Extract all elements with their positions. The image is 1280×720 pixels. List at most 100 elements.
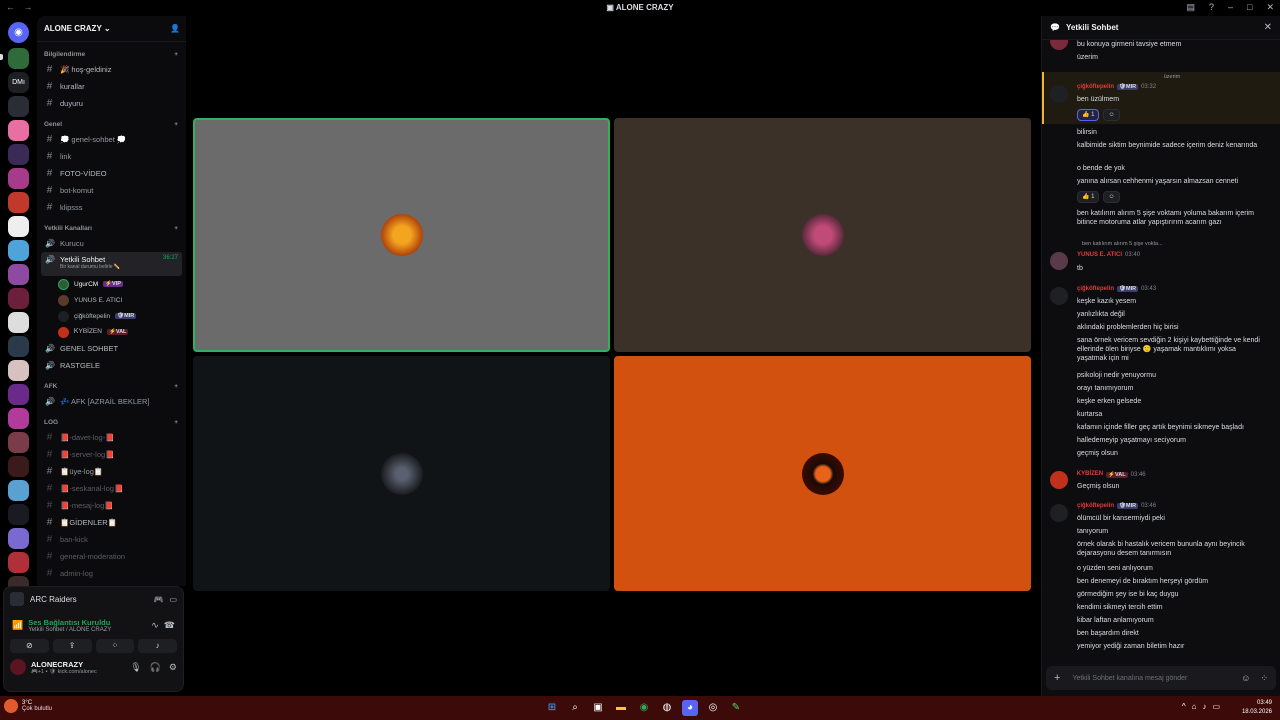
apps-icon[interactable]: ⁘	[1260, 673, 1268, 684]
voice-afk[interactable]: 🔊 💤 AFK [AZRAİL BEKLER]	[41, 393, 182, 410]
server-icon-11[interactable]	[8, 312, 29, 333]
server-icon-7[interactable]	[8, 216, 29, 237]
plus-icon[interactable]: +	[174, 121, 178, 128]
close-icon[interactable]: ✕	[1266, 2, 1274, 13]
server-icon-19[interactable]	[8, 504, 29, 525]
video-tile[interactable]	[193, 356, 610, 591]
obs-icon[interactable]: ◎	[705, 700, 721, 716]
minimize-icon[interactable]: –	[1228, 2, 1233, 13]
channel-mesaj-log[interactable]: # 📕-mesaj-log📕	[41, 497, 182, 514]
attach-plus-icon[interactable]: +	[1054, 672, 1060, 684]
volume-icon[interactable]: ♪	[1202, 702, 1206, 711]
chrome-icon[interactable]: ◉	[636, 700, 652, 716]
noise-suppression-icon[interactable]: ∿	[151, 620, 159, 631]
current-user[interactable]: ALONECRAZY 🎮+1 • 🛡 kick.com/alonec 🎙 🎧 ⚙	[4, 653, 183, 675]
video-tile[interactable]	[614, 356, 1031, 591]
reply-preview[interactable]: ben katılırım alırım 5 şişe vokta...	[1082, 241, 1163, 247]
server-icon-20[interactable]	[8, 528, 29, 549]
plus-icon[interactable]: +	[174, 419, 178, 426]
category-afk[interactable]: AFK +	[37, 380, 186, 393]
server-icon-8[interactable]	[8, 240, 29, 261]
channel-ban-kick[interactable]: # ban-kick	[41, 531, 182, 548]
channel-foto-video[interactable]: # FOTO-VİDEO	[41, 165, 182, 182]
plus-icon[interactable]: +	[174, 51, 178, 58]
voice-yetkili-sohbet[interactable]: 🔊 Yetkili Sohbet 36:27 Bir kanal durumu b…	[41, 252, 182, 276]
disconnect-icon[interactable]: ☎	[164, 620, 175, 631]
screen-share-button[interactable]: ⇪	[52, 639, 92, 653]
channel-duyuru[interactable]: # duyuru	[41, 95, 182, 112]
channel-uye-log[interactable]: # 📋üye-log📋	[41, 463, 182, 480]
channel-general-moderation[interactable]: # general-moderation	[41, 548, 182, 565]
channel-davet-log[interactable]: # 📕-davet-log-📕	[41, 429, 182, 446]
inbox-icon[interactable]: ▤	[1186, 2, 1195, 13]
add-member-icon[interactable]: 👤	[170, 24, 180, 33]
voice-user[interactable]: ᏦYBİZEN ⚡VAL	[58, 324, 182, 340]
channel-bot-komut[interactable]: # bot-komut	[41, 182, 182, 199]
soundboard-button[interactable]: ♪	[138, 639, 177, 653]
network-icon[interactable]: ⌂	[1192, 702, 1197, 711]
weather-widget[interactable]: 3°C Çok bulutlu	[4, 699, 52, 713]
voice-user[interactable]: çiğköftepelin 🛡MIR	[58, 308, 182, 324]
server-icon-4[interactable]	[8, 144, 29, 165]
channel-kurallar[interactable]: # kurallar	[41, 78, 182, 95]
voice-genel-sohbet[interactable]: 🔊 GENEL SOHBET	[41, 340, 182, 357]
close-icon[interactable]: ✕	[1264, 22, 1272, 33]
plus-icon[interactable]: +	[174, 383, 178, 390]
server-icon-21[interactable]	[8, 552, 29, 573]
channel-genel-sohbet[interactable]: # 💭 genel-sohbet 💭	[41, 131, 182, 148]
category-yetkili[interactable]: Yetkili Kanalları +	[37, 222, 186, 235]
server-icon-14[interactable]	[8, 384, 29, 405]
message-author[interactable]: ᏦYBİZEN ⚡VAL 03:46	[1077, 471, 1146, 478]
screen-icon[interactable]: ▭	[169, 595, 177, 604]
gear-icon[interactable]: ⚙	[169, 662, 177, 673]
server-icon-1[interactable]	[8, 48, 29, 69]
category-log[interactable]: LOG +	[37, 416, 186, 429]
video-tile[interactable]	[614, 118, 1031, 352]
message-author[interactable]: çiğköftepelin 🛡MIR 03:46	[1077, 503, 1156, 509]
discord-icon[interactable]: ◕	[682, 700, 698, 716]
activity-row[interactable]: ARC Raiders 🎮 ▭	[4, 587, 183, 611]
voice-kurucu[interactable]: 🔊 Kurucu	[41, 235, 182, 252]
server-icon-15[interactable]	[8, 408, 29, 429]
reply-preview[interactable]: üzerim	[1077, 74, 1267, 80]
server-icon-16[interactable]	[8, 432, 29, 453]
channel-gidenler[interactable]: # 📋GİDENLER📋	[41, 514, 182, 531]
server-icon-17[interactable]	[8, 456, 29, 477]
channel-server-log[interactable]: # 📕-server-log📕	[41, 446, 182, 463]
signal-icon[interactable]: 📶	[12, 620, 23, 631]
server-icon-10[interactable]	[8, 288, 29, 309]
server-icon-18[interactable]	[8, 480, 29, 501]
steam-icon[interactable]: ◍	[659, 700, 675, 716]
search-icon[interactable]: ⌕	[567, 700, 583, 716]
channel-seskanal-log[interactable]: # 📕-seskanal-log📕	[41, 480, 182, 497]
channel-status[interactable]: Bir kanal durumu belirle ✏️	[60, 264, 178, 270]
emoji-icon[interactable]: ☺	[1241, 673, 1250, 684]
category-bilgilendirme[interactable]: Bilgilendirme +	[37, 48, 186, 61]
help-icon[interactable]: ?	[1209, 2, 1214, 13]
start-icon[interactable]: ⊞	[544, 700, 560, 716]
controller-icon[interactable]: 🎮	[153, 595, 163, 604]
camera-off-button[interactable]: ⊘	[10, 639, 49, 653]
server-icon-12[interactable]	[8, 336, 29, 357]
voice-channel-path[interactable]: Yetkili Sohbet / ALONE CRAZY	[28, 627, 146, 633]
voice-user[interactable]: YUNUS E. ATICI	[58, 292, 182, 308]
server-icon-5[interactable]	[8, 168, 29, 189]
add-reaction-icon[interactable]: ☺	[1103, 109, 1120, 121]
file-explorer-icon[interactable]: ▬	[613, 700, 629, 716]
home-icon[interactable]: ◉	[8, 22, 29, 43]
mic-icon[interactable]: 🎙	[130, 662, 141, 673]
video-tile-speaking[interactable]	[193, 118, 610, 352]
add-reaction-icon[interactable]: ☺	[1103, 191, 1120, 203]
voice-user[interactable]: UgurCM ⚡VIP	[58, 276, 182, 292]
channel-link[interactable]: # link	[41, 148, 182, 165]
channel-admin-log[interactable]: # admin-log	[41, 565, 182, 582]
channel-klipsss[interactable]: # klipsss	[41, 199, 182, 216]
dm-icon[interactable]: DMı	[8, 72, 29, 93]
chevron-up-icon[interactable]: ^	[1182, 702, 1186, 711]
message-author[interactable]: çiğköftepelin 🛡MIR 03:43	[1077, 286, 1156, 292]
maximize-icon[interactable]: □	[1247, 2, 1252, 13]
plus-icon[interactable]: +	[174, 225, 178, 232]
activities-button[interactable]: ⁘	[95, 639, 135, 653]
server-icon-9[interactable]	[8, 264, 29, 285]
server-icon-2[interactable]	[8, 96, 29, 117]
